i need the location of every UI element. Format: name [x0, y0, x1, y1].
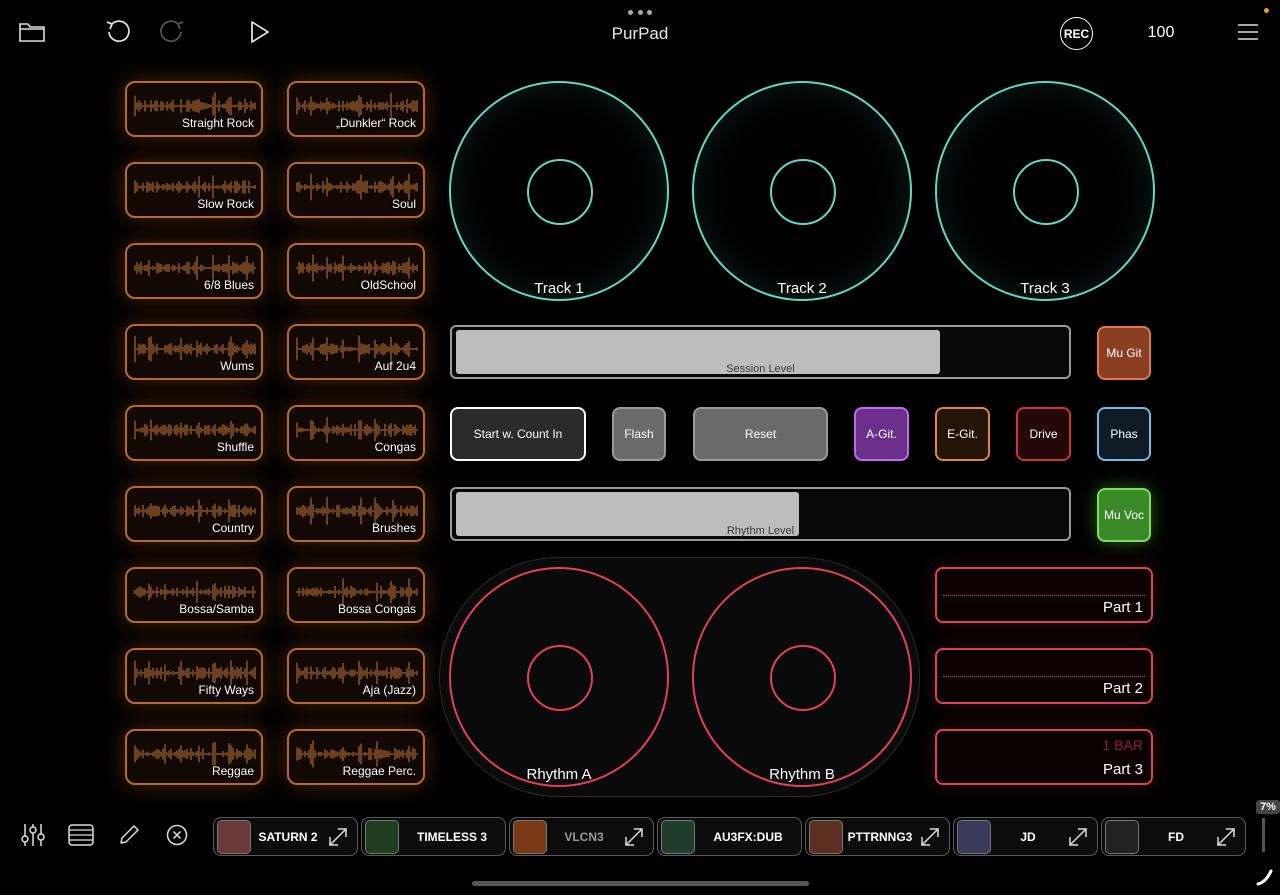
drive-button[interactable]: Drive	[1016, 407, 1071, 461]
rhythm-pad[interactable]: Fifty Ways	[125, 648, 263, 704]
folder-icon[interactable]	[16, 16, 48, 48]
rhythm-b-inner-ring	[770, 645, 836, 711]
audiobus-icon[interactable]	[1254, 866, 1276, 888]
part-2-label: Part 2	[1102, 680, 1143, 697]
rhythm-pad[interactable]: OldSchool	[287, 243, 425, 299]
track-3-looper[interactable]: Track 3	[935, 81, 1155, 301]
rhythm-pad[interactable]: Wums	[125, 324, 263, 380]
rhythm-level-label: Rhythm Level	[726, 525, 795, 537]
part-2-line	[943, 676, 1145, 677]
redo-icon[interactable]	[156, 16, 188, 48]
track-3-label: Track 3	[1020, 280, 1070, 297]
part-3-bar-badge: 1 BAR	[1102, 737, 1143, 753]
plugin-thumbnail	[809, 819, 843, 854]
e-git-button[interactable]: E-Git.	[935, 407, 990, 461]
expand-icon[interactable]	[1065, 824, 1091, 850]
rhythm-b-label: Rhythm B	[769, 766, 835, 783]
rhythm-pad[interactable]: Shuffle	[125, 405, 263, 461]
track-1-inner-ring	[527, 159, 593, 225]
play-icon[interactable]	[243, 16, 275, 48]
plugin-vlcn3[interactable]: VLCN3	[509, 817, 654, 856]
track-2-inner-ring	[770, 159, 836, 225]
plugin-au3fx-dub[interactable]: AU3FX:DUB	[657, 817, 802, 856]
list-icon[interactable]	[66, 820, 96, 850]
plugin-thumbnail	[217, 819, 251, 854]
part-1-button[interactable]: Part 1	[935, 567, 1153, 623]
rhythm-pad[interactable]: Straight Rock	[125, 81, 263, 137]
pencil-icon[interactable]	[114, 820, 144, 850]
start-count-in-button[interactable]: Start w. Count In	[450, 407, 586, 461]
mixer-sliders-icon[interactable]	[18, 820, 48, 850]
undo-icon[interactable]	[102, 16, 134, 48]
rhythm-pad[interactable]: Reggae Perc.	[287, 729, 425, 785]
rhythm-a-looper[interactable]: Rhythm A	[449, 567, 669, 787]
rhythm-pad[interactable]: Auf 2u4	[287, 324, 425, 380]
part-3-label: Part 3	[1102, 761, 1143, 778]
rhythm-a-label: Rhythm A	[526, 766, 592, 783]
record-button[interactable]: REC	[1060, 17, 1093, 50]
reset-button[interactable]: Reset	[693, 407, 828, 461]
plugin-thumbnail	[661, 819, 695, 854]
part-1-label: Part 1	[1102, 599, 1143, 616]
plugin-thumbnail	[957, 819, 991, 854]
rhythm-pad[interactable]: Congas	[287, 405, 425, 461]
plugin-thumbnail	[513, 819, 547, 854]
rhythm-pad[interactable]: 6/8 Blues	[125, 243, 263, 299]
track-3-inner-ring	[1013, 159, 1079, 225]
cpu-load-bar	[1262, 818, 1265, 852]
home-indicator	[472, 881, 809, 886]
plugin-jd[interactable]: JD	[953, 817, 1098, 856]
rhythm-pad[interactable]: Country	[125, 486, 263, 542]
rhythm-pad[interactable]: Reggae	[125, 729, 263, 785]
rhythm-pad[interactable]: Slow Rock	[125, 162, 263, 218]
mu-git-button[interactable]: Mu Git	[1097, 326, 1151, 380]
notification-dot	[1264, 8, 1269, 13]
app-title: PurPad	[611, 24, 669, 43]
rhythm-pad[interactable]: Brushes	[287, 486, 425, 542]
rhythm-level-slider[interactable]: Rhythm Level	[450, 487, 1071, 541]
a-git-button[interactable]: A-Git.	[854, 407, 909, 461]
plugin-timeless-3[interactable]: TIMELESS 3	[361, 817, 506, 856]
cpu-load-badge: 7%	[1256, 800, 1280, 814]
phas-button[interactable]: Phas	[1097, 407, 1151, 461]
rhythm-pad[interactable]: Bossa Congas	[287, 567, 425, 623]
plugin-fd[interactable]: FD	[1101, 817, 1246, 856]
track-2-looper[interactable]: Track 2	[692, 81, 912, 301]
rhythm-pad[interactable]: Soul	[287, 162, 425, 218]
rhythm-b-looper[interactable]: Rhythm B	[692, 567, 912, 787]
mu-voc-button[interactable]: Mu Voc	[1097, 488, 1151, 542]
tempo-display[interactable]: 100	[1136, 24, 1186, 42]
rhythm-pad[interactable]: „Dunkler“ Rock	[287, 81, 425, 137]
more-dots-icon[interactable]	[628, 10, 652, 16]
flash-button[interactable]: Flash	[612, 407, 666, 461]
rhythm-pad[interactable]: Bossa/Samba	[125, 567, 263, 623]
rhythm-a-inner-ring	[527, 645, 593, 711]
rhythm-pad[interactable]: Aja (Jazz)	[287, 648, 425, 704]
part-3-button[interactable]: 1 BAR Part 3	[935, 729, 1153, 785]
track-2-label: Track 2	[777, 280, 827, 297]
plugin-thumbnail	[1105, 819, 1139, 854]
plugin-thumbnail	[365, 819, 399, 854]
plugin-pttrnng3[interactable]: PTTRNNG3	[805, 817, 950, 856]
expand-icon[interactable]	[325, 824, 351, 850]
session-level-slider[interactable]: Session Level	[450, 325, 1071, 379]
expand-icon[interactable]	[1213, 824, 1239, 850]
session-level-label: Session Level	[726, 363, 795, 375]
track-1-label: Track 1	[534, 280, 584, 297]
menu-icon[interactable]	[1232, 16, 1264, 48]
part-2-button[interactable]: Part 2	[935, 648, 1153, 704]
close-circle-icon[interactable]	[162, 820, 192, 850]
expand-icon[interactable]	[917, 824, 943, 850]
track-1-looper[interactable]: Track 1	[449, 81, 669, 301]
part-1-line	[943, 595, 1145, 596]
expand-icon[interactable]	[621, 824, 647, 850]
plugin-saturn-2[interactable]: SATURN 2	[213, 817, 358, 856]
